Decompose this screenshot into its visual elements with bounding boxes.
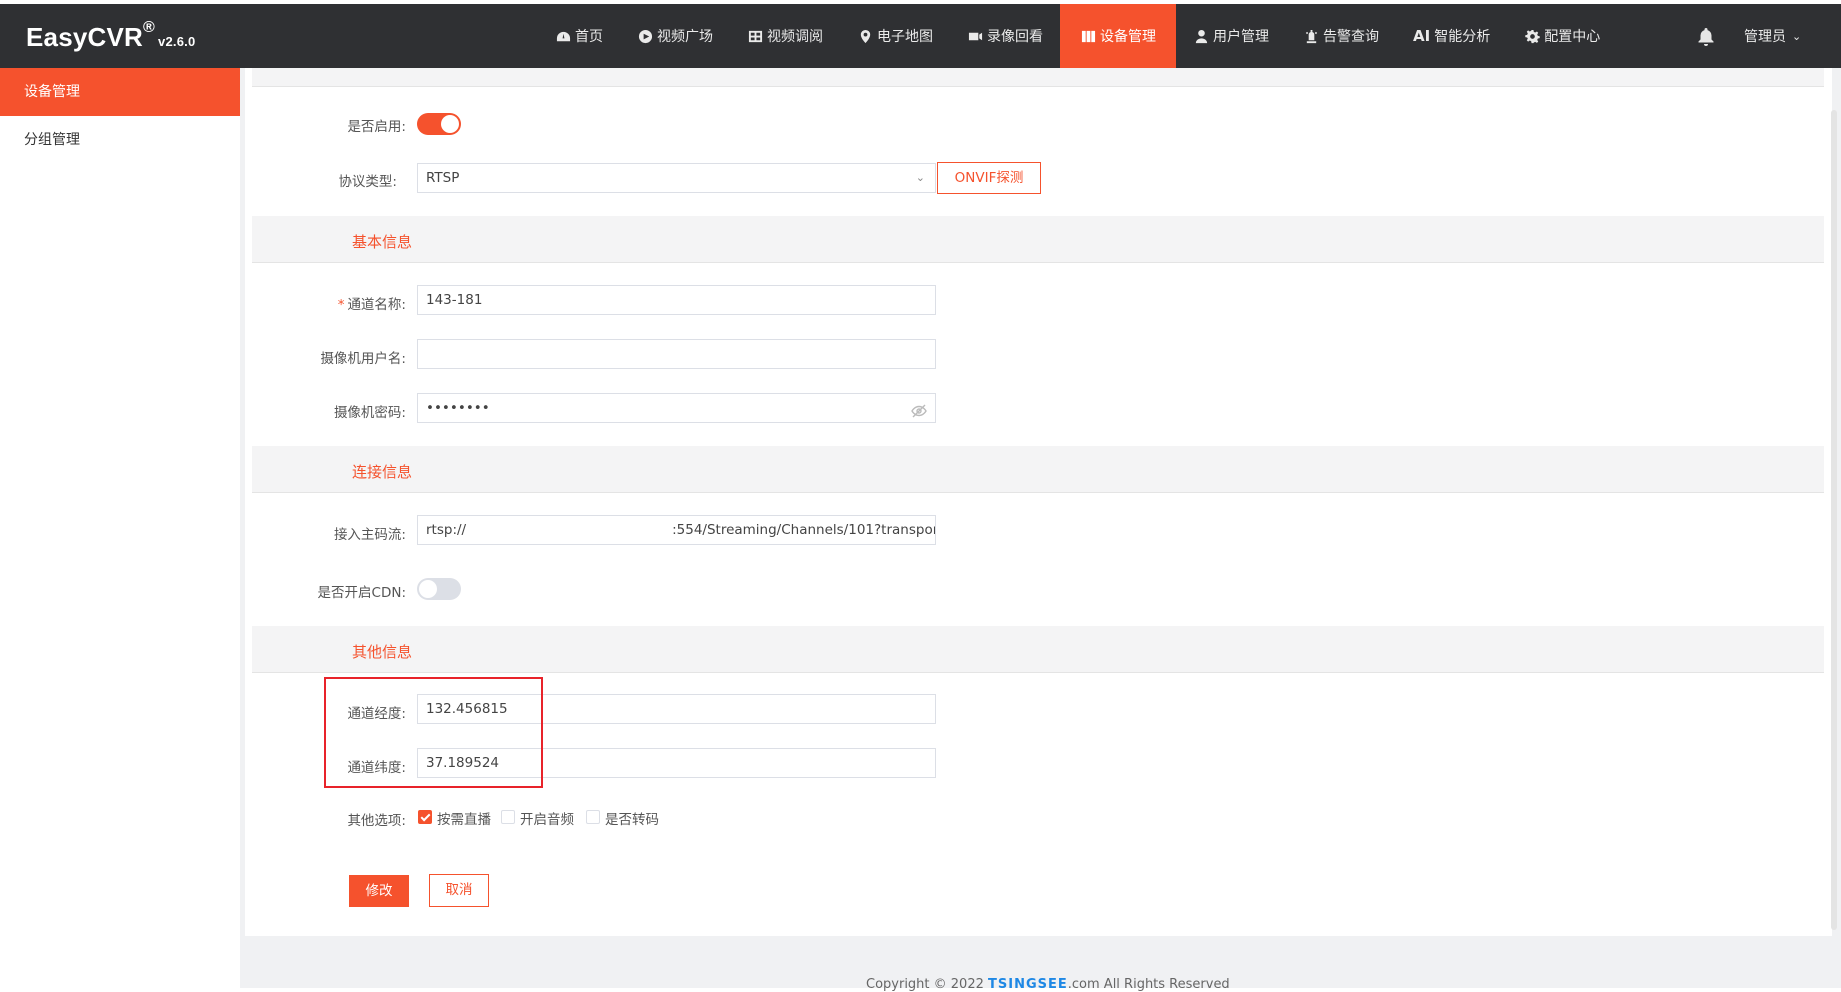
dashboard-icon: [555, 28, 571, 44]
camera-password-label: 摄像机密码:: [333, 405, 406, 421]
enable-audio-checkbox[interactable]: [501, 810, 515, 824]
stream-suffix: :554/Streaming/Channels/101?transportm: [672, 522, 936, 538]
section-title-other: 其他信息: [352, 643, 413, 661]
protocol-label: 协议类型:: [338, 174, 397, 190]
nav-label: 智能分析: [1434, 29, 1491, 45]
notification-bell-icon[interactable]: [1696, 26, 1718, 48]
camera-username-label: 摄像机用户名:: [320, 351, 406, 367]
nav-item-alarm[interactable]: 告警查询: [1286, 4, 1396, 68]
nav-label: 用户管理: [1213, 29, 1269, 45]
section-title-connection: 连接信息: [352, 463, 413, 481]
enabled-label: 是否启用:: [347, 119, 406, 135]
nav-label: 录像回看: [987, 29, 1043, 45]
main-nav: 首页 视频广场 视频调阅 电子地图 录像回看 设备管理 用户管理 告警查询 AI…: [538, 4, 1617, 68]
top-header: EasyCVR®v2.6.0 首页 视频广场 视频调阅 电子地图 录像回看 设备…: [0, 4, 1841, 68]
app-name: EasyCVR: [26, 22, 144, 52]
protocol-select[interactable]: RTSP ⌄: [417, 163, 936, 193]
nav-label: 配置中心: [1544, 29, 1601, 45]
section-bar-connection: [252, 446, 1824, 493]
section-bar-other: [252, 626, 1824, 673]
submit-button[interactable]: 修改: [349, 875, 409, 907]
cancel-button[interactable]: 取消: [429, 874, 489, 907]
nav-label: 视频调阅: [767, 29, 823, 45]
section-bar-basic: [252, 216, 1824, 263]
on-demand-live-checkbox[interactable]: [418, 810, 432, 824]
play-circle-icon: [637, 28, 653, 44]
enable-audio-label: 开启音频: [520, 812, 574, 828]
main-stream-input[interactable]: rtsp:// :554/Streaming/Channels/101?trans…: [417, 515, 936, 545]
other-options-label: 其他选项:: [347, 813, 406, 829]
nav-item-video-view[interactable]: 视频调阅: [730, 4, 840, 68]
eye-off-icon[interactable]: [911, 401, 927, 418]
on-demand-live-label: 按需直播: [437, 812, 491, 828]
app-logo[interactable]: EasyCVR®v2.6.0: [26, 19, 196, 53]
copyright-rest: .com All Rights Reserved: [1067, 977, 1230, 992]
user-icon: [1193, 28, 1209, 44]
nav-label: 告警查询: [1323, 29, 1379, 45]
cdn-label: 是否开启CDN:: [317, 585, 406, 601]
nav-item-user-management[interactable]: 用户管理: [1176, 4, 1286, 68]
stream-prefix: rtsp://: [426, 522, 467, 538]
nav-label: 视频广场: [657, 29, 713, 45]
nav-item-config-center[interactable]: 配置中心: [1507, 4, 1617, 68]
transcode-checkbox[interactable]: [586, 810, 600, 824]
section-title-basic: 基本信息: [352, 233, 413, 251]
grid-icon: [747, 28, 763, 44]
copyright-text: Copyright © 2022: [866, 977, 984, 992]
columns-icon: [1080, 28, 1096, 44]
nav-item-ai-analysis[interactable]: AI 智能分析: [1396, 4, 1507, 68]
footer-brand-link[interactable]: TSINGSEE: [988, 977, 1068, 992]
alarm-icon: [1303, 28, 1319, 44]
sidebar-item-device-management[interactable]: 设备管理: [0, 68, 240, 116]
camera-username-input[interactable]: [417, 339, 936, 369]
toggle-knob: [419, 580, 437, 598]
channel-name-label-text: 通道名称:: [347, 297, 406, 313]
sidebar-item-group-management[interactable]: 分组管理: [0, 116, 240, 164]
map-marker-icon: [857, 28, 873, 44]
nav-item-playback[interactable]: 录像回看: [950, 4, 1060, 68]
nav-label: 首页: [575, 29, 603, 45]
registered-mark: ®: [143, 19, 156, 37]
toggle-knob: [441, 115, 459, 133]
sidebar: 设备管理 分组管理: [0, 68, 240, 988]
protocol-value: RTSP: [426, 170, 460, 186]
video-camera-icon: [967, 28, 983, 44]
onvif-detect-button[interactable]: ONVIF探测: [937, 162, 1041, 194]
main-stream-label: 接入主码流:: [333, 527, 406, 543]
user-menu[interactable]: 管理员 ⌄: [1744, 26, 1801, 46]
page-scrollbar[interactable]: [1831, 110, 1837, 930]
channel-name-label: * 通道名称:: [246, 293, 406, 313]
cdn-toggle[interactable]: [417, 578, 461, 600]
section-bar-protocol: [252, 68, 1824, 87]
chevron-down-icon: ⌄: [1792, 29, 1802, 43]
nav-item-home[interactable]: 首页: [538, 4, 620, 68]
nav-item-emap[interactable]: 电子地图: [840, 4, 950, 68]
nav-label: 电子地图: [877, 29, 933, 45]
channel-name-input[interactable]: 143-181: [417, 285, 936, 315]
footer-copyright: Copyright © 2022 TSINGSEE.com All Rights…: [866, 977, 1230, 992]
highlight-annotation-box: [324, 677, 543, 788]
app-version: v2.6.0: [158, 34, 196, 49]
nav-label: 设备管理: [1100, 29, 1156, 45]
device-form-card: [245, 68, 1832, 936]
chevron-down-icon: ⌄: [915, 171, 925, 184]
camera-password-input[interactable]: ••••••••: [417, 393, 936, 423]
ai-icon: AI: [1413, 27, 1431, 45]
user-name: 管理员: [1744, 29, 1786, 45]
required-mark: *: [337, 297, 345, 313]
nav-item-device-management[interactable]: 设备管理: [1060, 4, 1176, 68]
gear-icon: [1524, 28, 1540, 44]
nav-item-video-square[interactable]: 视频广场: [620, 4, 730, 68]
password-value: ••••••••: [426, 400, 490, 416]
enabled-toggle[interactable]: [417, 113, 461, 135]
transcode-label: 是否转码: [605, 812, 659, 828]
